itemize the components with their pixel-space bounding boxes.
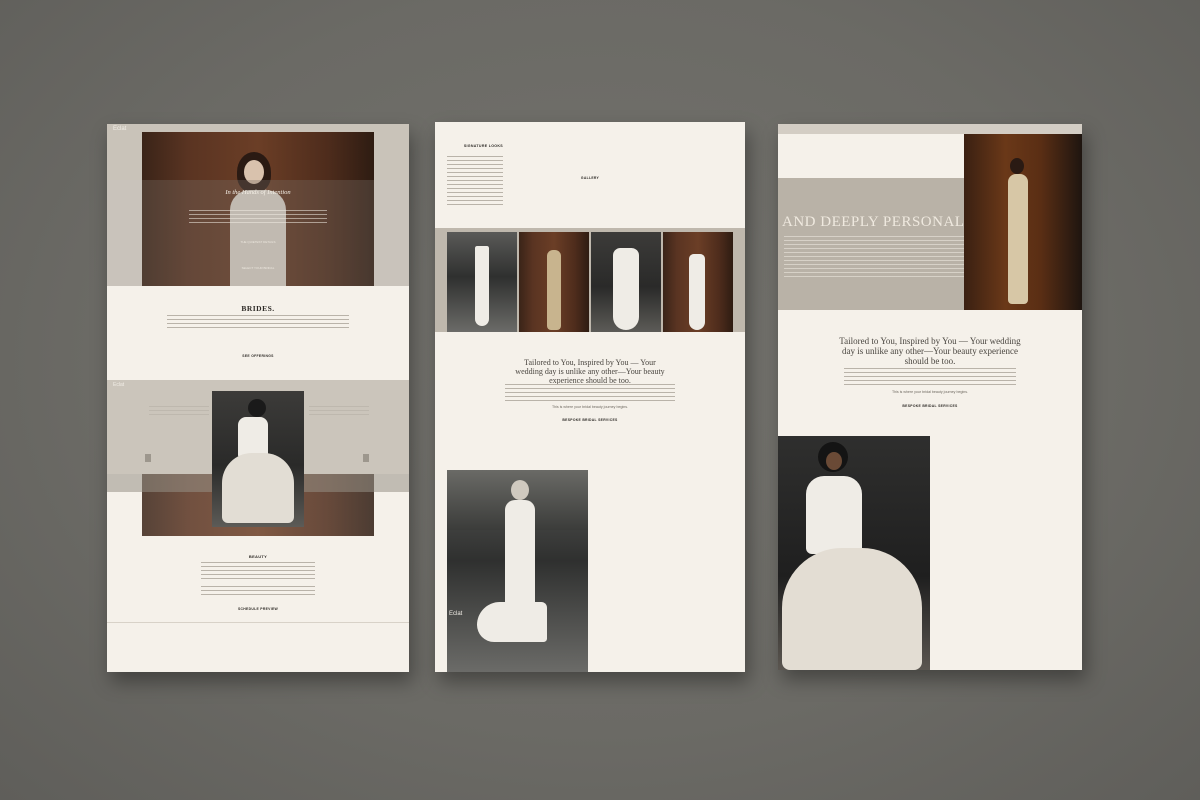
brides-heading: BRIDES. [241, 304, 275, 313]
model-dress [1008, 174, 1028, 304]
model-dress [475, 246, 489, 326]
model-jacket [806, 476, 862, 554]
gallery-intro-text [447, 156, 503, 208]
featured-photo: Eclat [447, 470, 588, 672]
model-head [511, 480, 529, 500]
carousel-photo [212, 391, 304, 527]
top-nav [778, 124, 1082, 134]
tagline: Tailored to You, Inspired by You — Your … [515, 358, 665, 385]
tagline-body-text [844, 368, 1016, 386]
carousel-prev-arrow[interactable] [145, 454, 151, 462]
gallery-photo-4[interactable] [663, 232, 733, 332]
model-jacket [238, 417, 268, 457]
model-face [826, 452, 842, 470]
banner-text: AND DEEPLY PERSONAL [782, 214, 965, 230]
website-mockup-home: Eclat In the Hands of Intention THE QUIE… [107, 124, 409, 672]
footer-divider [107, 622, 409, 623]
gallery-photo-2[interactable] [519, 232, 589, 332]
hero-button[interactable]: SELECT YOUR BRIDAL [225, 266, 291, 270]
carousel-left-text [149, 406, 209, 418]
model-dress [505, 500, 535, 610]
gallery-photo-1[interactable] [447, 232, 517, 332]
model-dress [613, 248, 639, 330]
carousel-next-arrow[interactable] [363, 454, 369, 462]
beauty-body-text [201, 562, 315, 582]
hero-title: In the Hands of Intention [225, 189, 291, 196]
bespoke-services-button[interactable]: BESPOKE BRIDAL SERVICES [435, 418, 745, 422]
schedule-preview-button[interactable]: SCHEDULE PREVIEW [107, 607, 409, 611]
closing-line: This is where your bridal beauty journey… [551, 405, 629, 409]
beauty-body-text-2 [201, 586, 315, 596]
bespoke-services-button[interactable]: BESPOKE BRIDAL SERVICES [778, 404, 1082, 408]
model-hair [248, 399, 266, 417]
banner-body-text [784, 236, 964, 280]
model-skirt [222, 453, 294, 523]
brides-body-text [167, 315, 349, 328]
model-dress [547, 250, 561, 330]
dress-train [477, 602, 547, 642]
gallery-label[interactable]: GALLERY [545, 176, 635, 180]
hero-body-text [189, 210, 327, 224]
website-mockup-gallery: SIGNATURE LOOKS GALLERY Tailored to You,… [435, 122, 745, 672]
carousel-right-text [309, 406, 369, 418]
website-mockup-services: AND DEEPLY PERSONAL Tailored to You, Ins… [778, 124, 1082, 670]
carousel-logo: Eclat [113, 382, 125, 388]
see-offerings-button[interactable]: SEE OFFERINGS [107, 354, 409, 358]
model-dress [689, 254, 705, 330]
featured-photo [778, 436, 930, 670]
tagline: Tailored to You, Inspired by You — Your … [839, 336, 1021, 366]
gallery-photo-3[interactable] [591, 232, 661, 332]
model-hair [1010, 158, 1024, 174]
tagline-body-text [505, 384, 675, 402]
signature-looks-heading: SIGNATURE LOOKS [463, 144, 503, 148]
closing-line: This is where your bridal beauty journey… [891, 390, 969, 394]
footer-logo: Eclat [449, 611, 463, 617]
site-logo[interactable]: Eclat [113, 126, 126, 132]
model-skirt [782, 548, 922, 670]
beauty-heading: BEAUTY [248, 554, 268, 559]
hero-link[interactable]: THE QUIETEST DETAILS [225, 240, 291, 244]
